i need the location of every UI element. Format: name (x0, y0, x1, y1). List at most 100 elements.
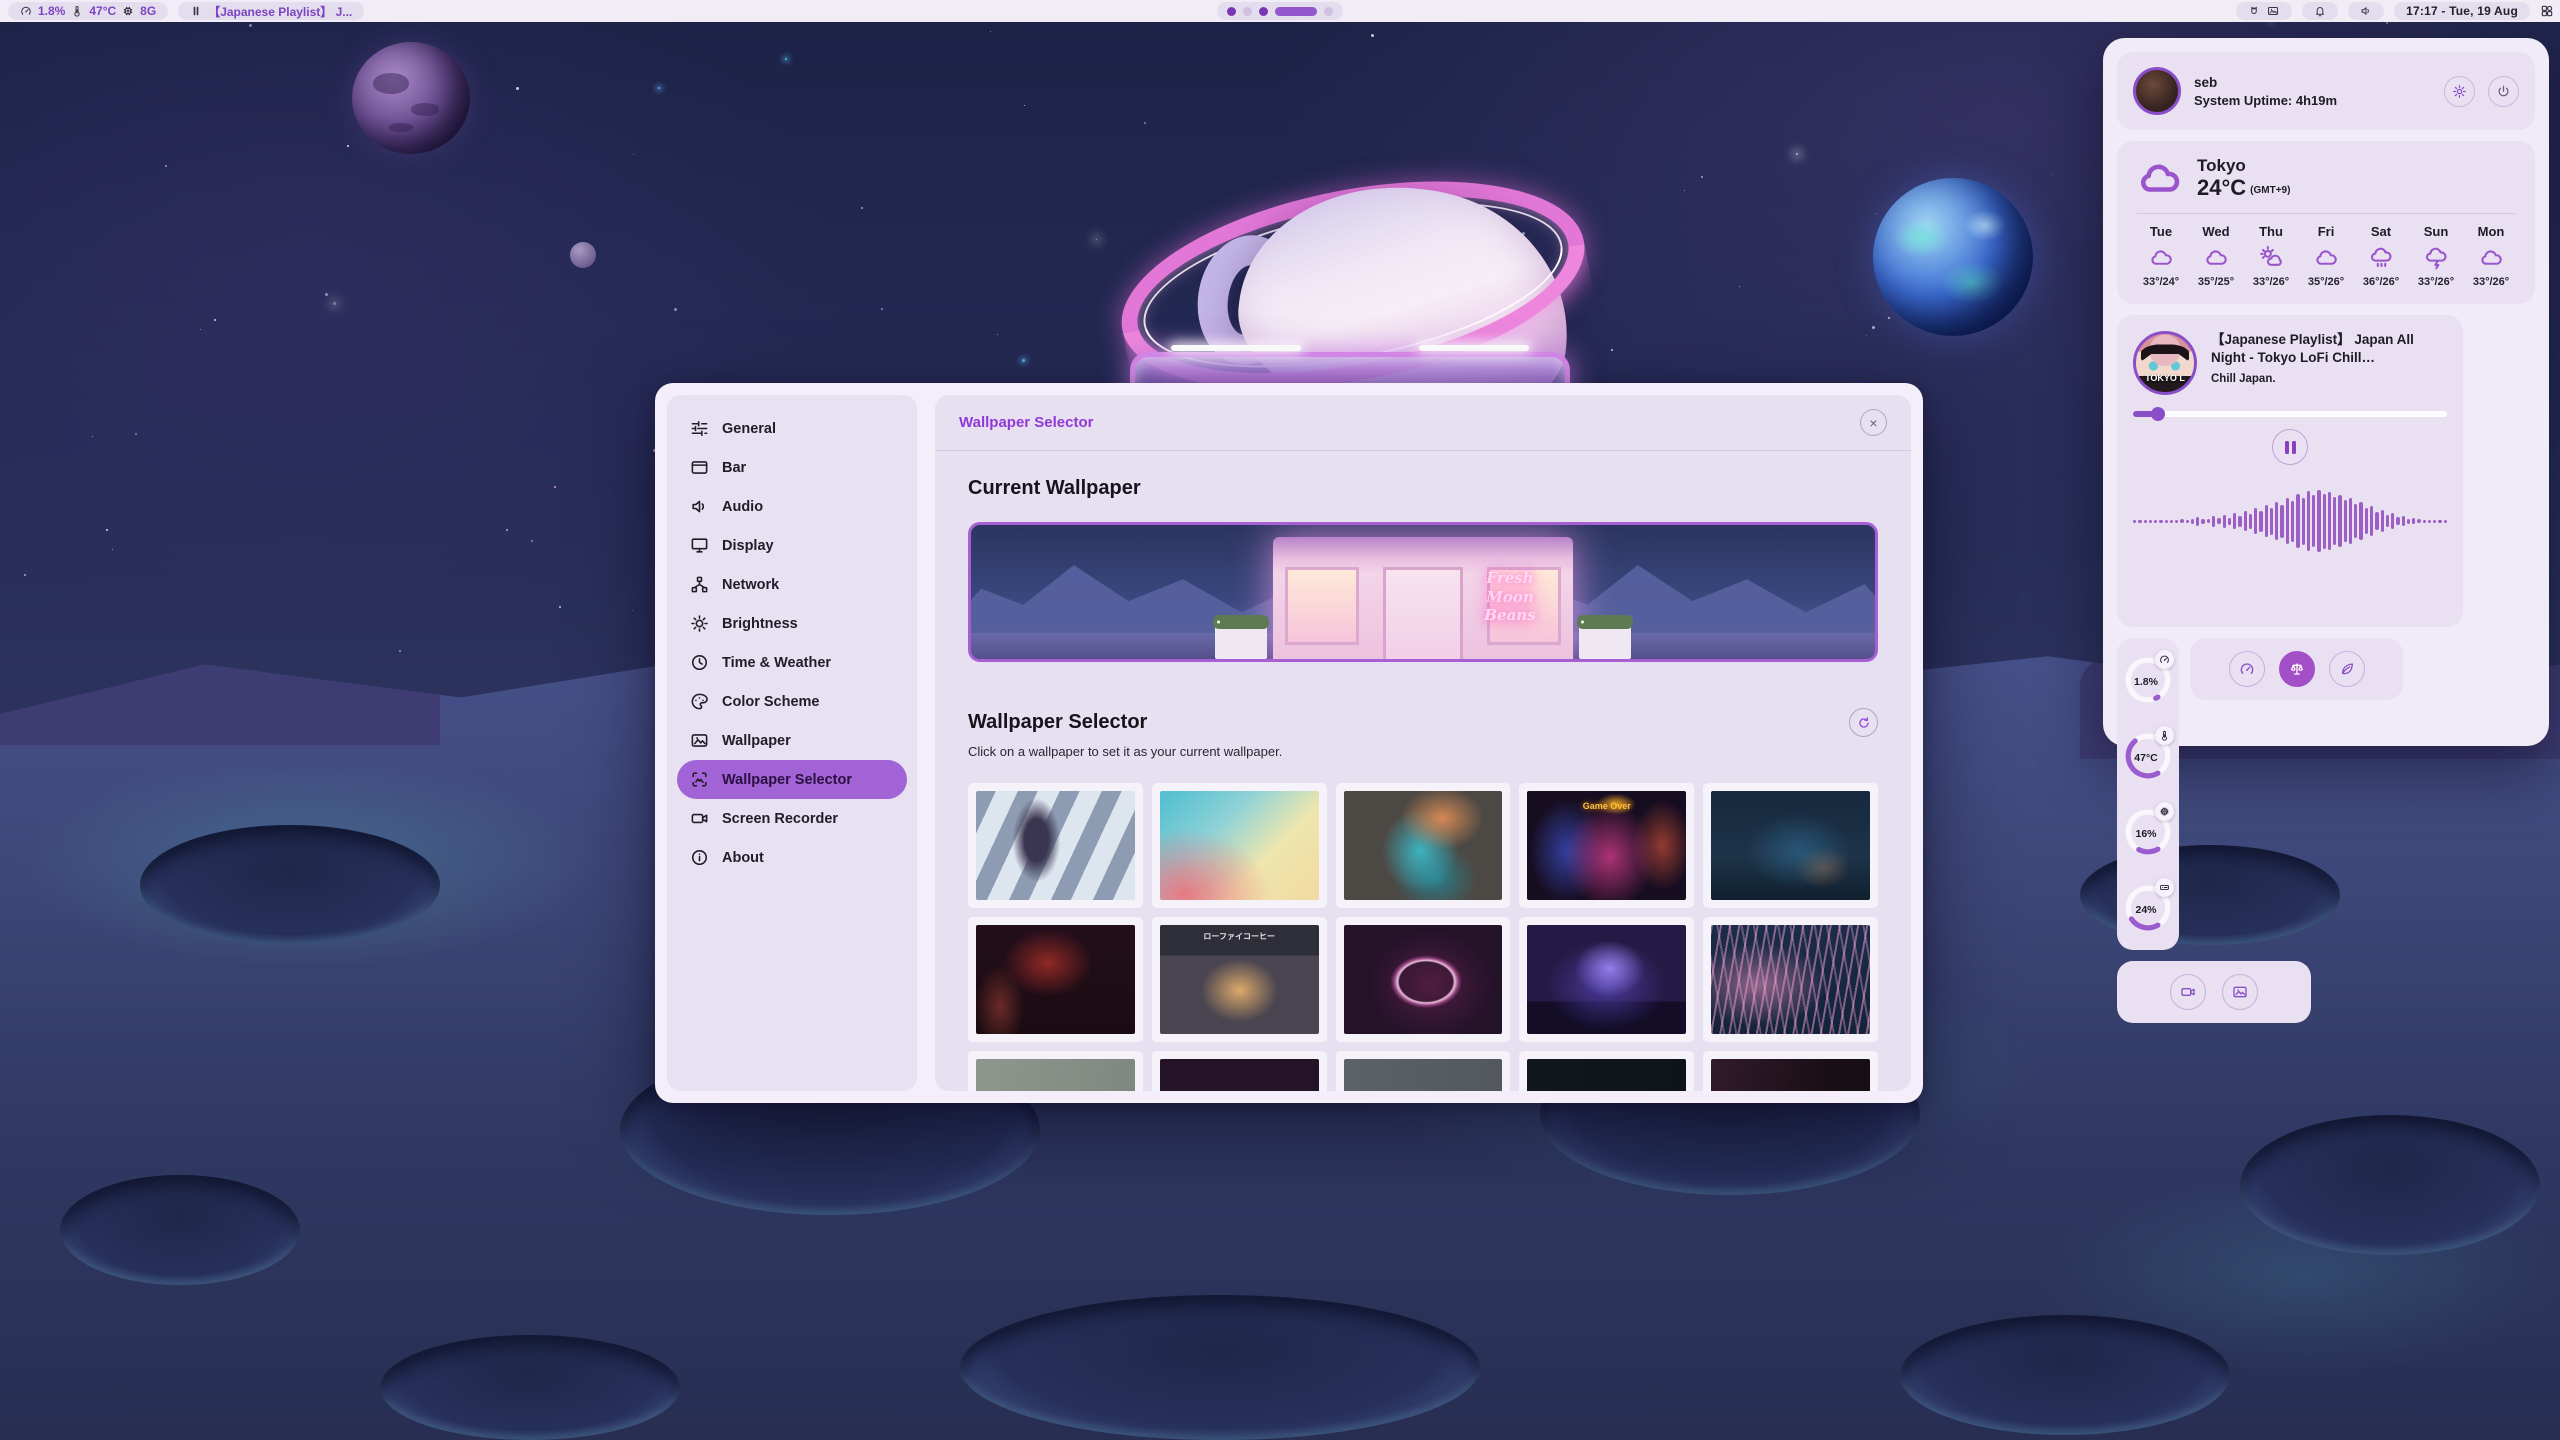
star (1024, 105, 1025, 106)
preview-moon-cafe: Fresh Moon Beans (1273, 537, 1573, 659)
media-player-card: TOKYO L 【Japanese Playlist】 Japan All Ni… (2117, 315, 2463, 627)
wallpaper-thumbnail[interactable] (968, 917, 1143, 1042)
wallpaper-thumbnail[interactable] (1336, 1051, 1511, 1091)
power-icon (2496, 84, 2511, 99)
system-stats-pill[interactable]: 1.8% 47°C 8G (8, 2, 168, 20)
settings-sidebar: General Bar Audio Display Network Bright… (667, 395, 917, 1091)
forecast-day: Sat 36°/26° (2357, 224, 2405, 288)
content-header: Wallpaper Selector × (935, 395, 1911, 451)
stat-ring-value: 1.8% (2123, 676, 2169, 688)
sidebar-item[interactable]: Network (677, 565, 907, 604)
sidebar-item[interactable]: Display (677, 526, 907, 565)
wallpaper-thumbnail[interactable] (1152, 1051, 1327, 1091)
wallpaper-thumbnail[interactable] (968, 783, 1143, 908)
balanced-profile-button[interactable] (2279, 651, 2315, 687)
media-subtitle: Chill Japan. (2211, 373, 2447, 385)
star (559, 606, 561, 608)
system-uptime: System Uptime: 4h19m (2194, 93, 2337, 108)
sidebar-item[interactable]: Audio (677, 487, 907, 526)
crater (2240, 1115, 2540, 1255)
wallpaper-thumbnail[interactable] (1703, 917, 1878, 1042)
stat-ring: 24% (2122, 876, 2174, 940)
close-button[interactable]: × (1860, 409, 1887, 436)
sidebar-item[interactable]: Brightness (677, 604, 907, 643)
power-button[interactable] (2488, 76, 2519, 107)
screen-record-button[interactable] (2170, 974, 2206, 1010)
cpu-temp: 47°C (89, 4, 116, 18)
workspace-dot[interactable] (1227, 7, 1236, 16)
star (214, 319, 216, 321)
sidebar-item[interactable]: About (677, 838, 907, 877)
powersaver-profile-button[interactable] (2329, 651, 2365, 687)
star (506, 529, 508, 531)
overview-button[interactable] (2540, 4, 2554, 18)
wallpaper-thumbnail[interactable] (1336, 783, 1511, 908)
palette-icon (690, 692, 709, 711)
star (516, 87, 519, 90)
star (2386, 22, 2388, 24)
screenshot-button[interactable] (2222, 974, 2258, 1010)
selector-heading-row: Wallpaper Selector (968, 708, 1878, 737)
wallpaper-thumbnail[interactable] (968, 1051, 1143, 1091)
star (1684, 190, 1685, 191)
wallpaper-thumbnail[interactable]: Game Over (1519, 783, 1694, 908)
notifications-button[interactable] (2302, 2, 2338, 20)
neon-strip (1171, 345, 1301, 351)
memory-usage: 8G (140, 4, 156, 18)
cloud-icon (2479, 245, 2504, 270)
star (1876, 213, 1877, 214)
user-name: seb (2194, 75, 2337, 90)
sidebar-item[interactable]: Wallpaper Selector (677, 760, 907, 799)
pause-button[interactable] (2272, 429, 2308, 465)
bar-icon (690, 458, 709, 477)
refresh-icon (1857, 716, 1871, 730)
sidebar-item[interactable]: Color Scheme (677, 682, 907, 721)
sidebar-item[interactable]: Screen Recorder (677, 799, 907, 838)
wallpaper-grid: Game Over ローファイコーヒー (968, 783, 1878, 1091)
tray-image-viewer-icon[interactable] (2267, 5, 2280, 18)
wallpaper-thumbnail[interactable] (1703, 1051, 1878, 1091)
wallpaper-thumbnail[interactable] (1703, 783, 1878, 908)
workspace-dot[interactable] (1259, 7, 1268, 16)
sidebar-item[interactable]: Time & Weather (677, 643, 907, 682)
star (165, 165, 167, 167)
media-progress-slider[interactable] (2133, 411, 2447, 417)
forecast-day: Thu 33°/26° (2247, 224, 2295, 288)
wallpaper-thumbnail[interactable] (1519, 917, 1694, 1042)
forecast-day: Sun 33°/26° (2412, 224, 2460, 288)
performance-profile-button[interactable] (2229, 651, 2265, 687)
wallpaper-thumbnail[interactable] (1152, 783, 1327, 908)
wallpaper-thumbnail[interactable] (1519, 1051, 1694, 1091)
volume-button[interactable] (2348, 2, 2384, 20)
system-tray[interactable] (2236, 2, 2292, 20)
wallpaper-thumbnail[interactable] (1336, 917, 1511, 1042)
media-pill[interactable]: 【Japanese Playlist】 J... (178, 2, 364, 20)
crater (960, 1295, 1480, 1440)
sidebar-item[interactable]: Wallpaper (677, 721, 907, 760)
star (658, 87, 660, 89)
speaker-icon (2360, 5, 2372, 17)
workspace-dot[interactable] (1324, 7, 1333, 16)
star (674, 308, 677, 311)
sidebar-item[interactable]: Bar (677, 448, 907, 487)
star (1796, 153, 1798, 155)
clock-pill[interactable]: 17:17 - Tue, 19 Aug (2394, 2, 2530, 20)
cloud-icon (2314, 245, 2339, 270)
image-icon (690, 731, 709, 750)
star (531, 540, 533, 542)
tray-app-icon[interactable] (2248, 5, 2261, 18)
videocam-icon (2180, 984, 2196, 1000)
cafe-planter (1215, 625, 1267, 659)
refresh-button[interactable] (1849, 708, 1878, 737)
crater (60, 1175, 300, 1285)
workspace-dot[interactable] (1275, 7, 1317, 16)
wallpaper-thumbnail[interactable]: ローファイコーヒー (1152, 917, 1327, 1042)
cafe-window (1285, 567, 1359, 645)
workspace-dot[interactable] (1243, 7, 1252, 16)
ridge (0, 605, 440, 745)
sidebar-item[interactable]: General (677, 409, 907, 448)
workspace-indicator[interactable] (1217, 2, 1343, 20)
slider-knob[interactable] (2151, 407, 2165, 421)
cloud-icon (2204, 245, 2229, 270)
settings-button[interactable] (2444, 76, 2475, 107)
